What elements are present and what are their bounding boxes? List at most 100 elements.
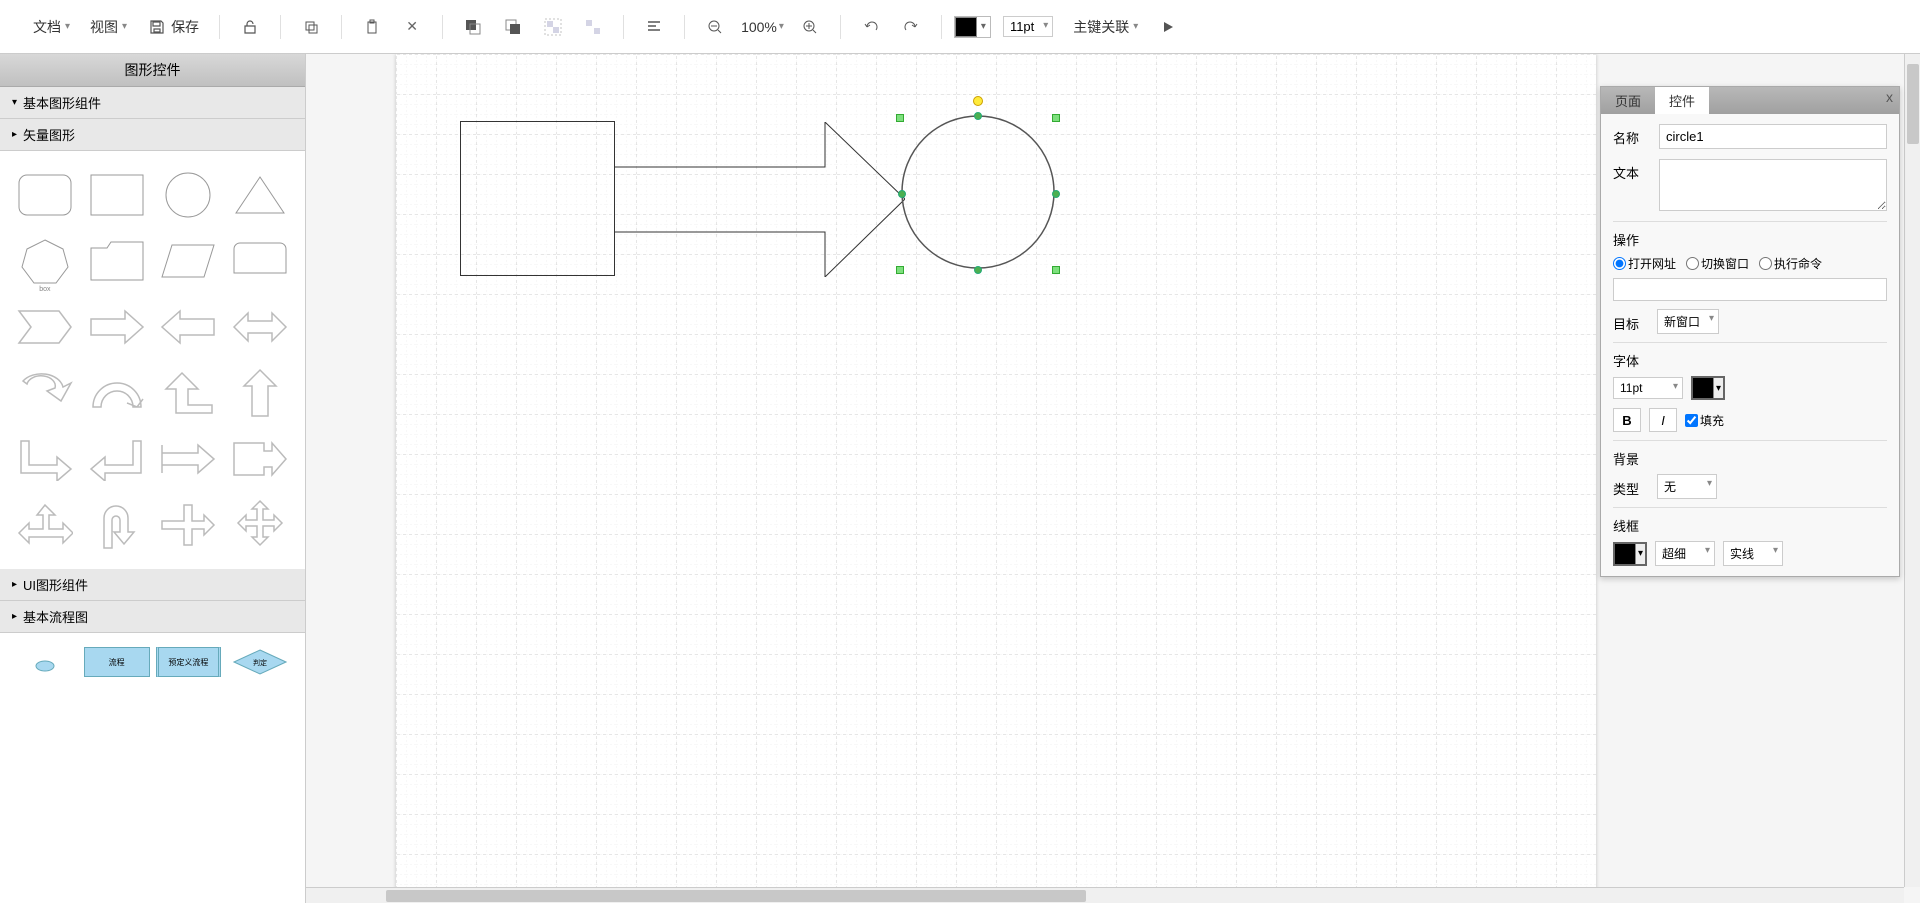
shape-arrow-4way[interactable] <box>227 495 293 555</box>
shape-folder[interactable] <box>84 231 150 291</box>
menu-document[interactable]: 文档 ▾ <box>25 13 78 41</box>
vertical-scrollbar[interactable] <box>1904 54 1920 887</box>
font-size-value: 11pt <box>1620 381 1642 395</box>
shape-circle[interactable] <box>156 165 222 225</box>
shape-chevron[interactable] <box>12 297 78 357</box>
section-flowchart[interactable]: ▸基本流程图 <box>0 601 305 633</box>
font-size-select[interactable]: 11pt <box>1613 377 1683 399</box>
scrollbar-thumb[interactable] <box>386 890 1086 902</box>
shape-arrow-up[interactable] <box>227 363 293 423</box>
stroke-width-select[interactable]: 超细 <box>1655 541 1715 566</box>
fill-checkbox[interactable]: 填充 <box>1685 412 1724 429</box>
resize-handle-se[interactable] <box>1052 266 1060 274</box>
radio-input[interactable] <box>1613 257 1626 270</box>
connection-point-n[interactable] <box>974 112 982 120</box>
shape-rounded-rect[interactable] <box>12 165 78 225</box>
font-color-picker[interactable]: ▾ <box>954 16 991 38</box>
radio-open-url[interactable]: 打开网址 <box>1613 255 1676 272</box>
unlock-button[interactable] <box>232 13 268 41</box>
shape-arrow-bar-right[interactable] <box>156 429 222 489</box>
rotation-handle[interactable] <box>973 96 983 106</box>
delete-button[interactable]: ✕ <box>394 13 430 41</box>
canvas-rectangle[interactable] <box>460 121 615 276</box>
horizontal-scrollbar[interactable] <box>306 887 1904 903</box>
shape-arrow-3way-up[interactable] <box>12 495 78 555</box>
shape-heptagon[interactable]: box <box>12 231 78 291</box>
canvas-circle-selected[interactable] <box>900 114 1056 270</box>
flow-decision[interactable]: 判定 <box>227 647 293 677</box>
shape-arrow-right[interactable] <box>84 297 150 357</box>
canvas-page[interactable] <box>396 54 1596 903</box>
paste-button[interactable] <box>354 13 390 41</box>
shape-rect[interactable] <box>84 165 150 225</box>
properties-panel: 页面 控件 x 名称 文本 操作 打开网址 切换窗口 执行命令 <box>1600 86 1900 577</box>
connection-point-w[interactable] <box>898 190 906 198</box>
shape-curve-down[interactable] <box>12 363 78 423</box>
prop-text-input[interactable] <box>1659 159 1887 211</box>
stroke-style-select[interactable]: 实线 <box>1723 541 1783 566</box>
flow-process[interactable]: 流程 <box>84 647 150 677</box>
zoom-out-button[interactable] <box>697 13 733 41</box>
italic-button[interactable]: I <box>1649 408 1677 432</box>
shape-parallelogram[interactable] <box>156 231 222 291</box>
flow-start[interactable] <box>12 647 78 677</box>
panel-close-button[interactable]: x <box>1886 89 1893 105</box>
canvas-arrow[interactable] <box>615 122 905 277</box>
shape-arrow-both[interactable] <box>227 297 293 357</box>
shape-rounded-rect2[interactable] <box>227 231 293 291</box>
zoom-in-button[interactable] <box>792 13 828 41</box>
group-button[interactable] <box>535 13 571 41</box>
canvas[interactable]: 页面 控件 x 名称 文本 操作 打开网址 切换窗口 执行命令 <box>306 54 1920 903</box>
shape-l-arrow-left[interactable] <box>84 429 150 489</box>
divider <box>1613 342 1887 343</box>
shape-l-arrow-right[interactable] <box>12 429 78 489</box>
connection-point-s[interactable] <box>974 266 982 274</box>
send-back-button[interactable] <box>495 13 531 41</box>
font-color-picker[interactable]: ▾ <box>1691 376 1725 400</box>
bring-front-button[interactable] <box>455 13 491 41</box>
shape-u-turn[interactable] <box>84 495 150 555</box>
bold-button[interactable]: B <box>1613 408 1641 432</box>
shape-arrow-up-left[interactable] <box>156 363 222 423</box>
action-url-input[interactable] <box>1613 278 1887 301</box>
radio-input[interactable] <box>1759 257 1772 270</box>
caret-right-icon: ▸ <box>12 611 17 622</box>
tab-widget[interactable]: 控件 <box>1655 87 1709 114</box>
font-size-select[interactable]: 11pt▾ <box>1003 16 1053 37</box>
resize-handle-nw[interactable] <box>896 114 904 122</box>
border-color-picker[interactable]: ▾ <box>1613 542 1647 566</box>
radio-switch-window[interactable]: 切换窗口 <box>1686 255 1749 272</box>
resize-handle-ne[interactable] <box>1052 114 1060 122</box>
play-button[interactable] <box>1150 13 1186 41</box>
radio-exec-cmd[interactable]: 执行命令 <box>1759 255 1822 272</box>
resize-handle-sw[interactable] <box>896 266 904 274</box>
align-button[interactable] <box>636 13 672 41</box>
shape-triangle[interactable] <box>227 165 293 225</box>
prop-name-input[interactable] <box>1659 124 1887 149</box>
section-ui-shapes[interactable]: ▸UI图形组件 <box>0 569 305 601</box>
pk-relation-button[interactable]: 主键关联 ▾ <box>1065 13 1146 41</box>
shape-curve-arc[interactable] <box>84 363 150 423</box>
zoom-display[interactable]: 100%▾ <box>737 19 788 35</box>
section-basic-shapes[interactable]: ▾基本图形组件 <box>0 87 305 119</box>
undo-button[interactable] <box>853 13 889 41</box>
menu-view[interactable]: 视图 ▾ <box>82 13 135 41</box>
section-vector-shapes[interactable]: ▸矢量图形 <box>0 119 305 151</box>
ungroup-button[interactable] <box>575 13 611 41</box>
copy-button[interactable] <box>293 13 329 41</box>
checkbox-input[interactable] <box>1685 414 1698 427</box>
tab-page[interactable]: 页面 <box>1601 87 1655 114</box>
section-label: 矢量图形 <box>23 125 75 144</box>
shape-arrow-box[interactable] <box>227 429 293 489</box>
connection-point-e[interactable] <box>1052 190 1060 198</box>
target-select[interactable]: 新窗口 <box>1657 309 1719 334</box>
save-button[interactable]: 保存 <box>139 13 207 41</box>
scrollbar-thumb[interactable] <box>1907 64 1919 144</box>
redo-button[interactable] <box>893 13 929 41</box>
shape-t-arrow[interactable] <box>156 495 222 555</box>
bg-type-select[interactable]: 无 <box>1657 474 1717 499</box>
radio-input[interactable] <box>1686 257 1699 270</box>
flow-predefined[interactable]: 预定义流程 <box>156 647 222 677</box>
sidebar-shapes: 图形控件 ▾基本图形组件 ▸矢量图形 box <box>0 54 306 903</box>
shape-arrow-left[interactable] <box>156 297 222 357</box>
